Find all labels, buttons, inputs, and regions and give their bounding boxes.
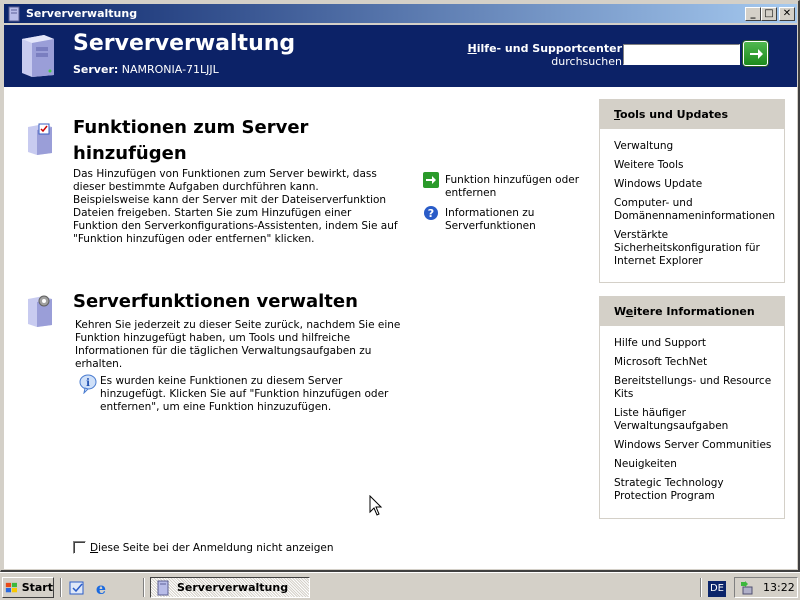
section-add-description: Das Hinzufügen von Funktionen zum Server… [73, 168, 398, 245]
taskbar-separator [700, 578, 702, 597]
close-icon: ✕ [782, 7, 792, 19]
taskbar-separator [143, 578, 145, 597]
taskbar-separator [60, 578, 62, 597]
close-button[interactable]: ✕ [779, 6, 795, 21]
help-accesskey: H [467, 42, 477, 55]
server-icon [22, 35, 54, 77]
server-name: Server: NAMRONIA-71LJJL [73, 63, 219, 76]
more-info-panel: Weitere Informationen Hilfe und Support … [599, 296, 785, 519]
start-button[interactable]: Start [2, 577, 54, 598]
language-indicator[interactable]: DE [708, 581, 726, 597]
arrow-right-icon [749, 48, 763, 59]
svg-text:e: e [96, 579, 106, 597]
maximize-button[interactable]: □ [761, 6, 777, 21]
mouse-cursor-icon [369, 495, 383, 516]
client-area: Serververwaltung Server: NAMRONIA-71LJJL… [4, 25, 797, 569]
app-header: Serververwaltung Server: NAMRONIA-71LJJL… [4, 25, 797, 87]
no-roles-info-text: Es wurden keine Funktionen zu diesem Ser… [100, 375, 389, 413]
info-heading-pre: W [614, 305, 626, 318]
info-link-resource-kits[interactable]: Bereitstellungs- und Resource Kits [614, 375, 776, 401]
info-link-stpp[interactable]: Strategic Technology Protection Program [614, 477, 776, 503]
server-roles-info-link[interactable]: Informationen zu Serverfunktionen [445, 207, 585, 233]
taskbar-button-serververwaltung[interactable]: Serververwaltung [150, 577, 310, 598]
dont-show-checkbox[interactable] [73, 541, 86, 554]
help-title: ilfe- und Supportcenter [476, 42, 622, 55]
clock[interactable]: 13:22 [763, 581, 795, 594]
help-search-label: Hilfe- und Supportcenter durchsuchen [468, 42, 622, 68]
network-icon[interactable] [739, 580, 755, 596]
windows-logo-icon [5, 582, 17, 592]
add-remove-role-link[interactable]: Funktion hinzufügen oder entfernen [445, 174, 585, 200]
info-link-admin-tasks[interactable]: Liste häufiger Verwaltungsaufgaben [614, 407, 776, 433]
title-bar[interactable]: Serververwaltung _ □ ✕ [4, 4, 797, 23]
tools-link-ie-esc[interactable]: Verstärkte Sicherheitskonfiguration für … [614, 229, 776, 268]
minimize-icon: _ [750, 7, 756, 19]
info-link-news[interactable]: Neuigkeiten [614, 458, 776, 471]
dont-show-at-logon[interactable]: Diese Seite bei der Anmeldung nicht anze… [73, 541, 334, 554]
tools-link-verwaltung[interactable]: Verwaltung [614, 140, 776, 153]
info-heading-text: itere Informationen [633, 305, 755, 318]
checkbox-label: iese Seite bei der Anmeldung nicht anzei… [98, 541, 334, 554]
checkbox-accesskey: D [90, 541, 99, 554]
svg-text:?: ? [428, 207, 434, 220]
tools-link-windows-update[interactable]: Windows Update [614, 178, 776, 191]
server-icon [157, 580, 169, 595]
system-tray: 13:22 [734, 577, 798, 598]
tools-link-computer-domain[interactable]: Computer- und Domänennameninformationen [614, 197, 776, 223]
minimize-button[interactable]: _ [745, 6, 761, 21]
svg-text:i: i [86, 378, 90, 389]
info-icon: i [79, 374, 97, 394]
search-go-button[interactable] [743, 41, 768, 66]
taskbar: Start e Serververwaltung DE 13:22 [0, 572, 800, 600]
tools-updates-heading: Tools und Updates [600, 100, 784, 129]
server-add-role-icon [28, 123, 52, 155]
maximize-icon: □ [764, 7, 774, 19]
green-arrow-icon [423, 172, 439, 188]
server-value: NAMRONIA-71LJJL [121, 63, 219, 76]
taskbar-button-label: Serververwaltung [177, 581, 289, 594]
server-icon [8, 6, 20, 21]
help-subtitle: durchsuchen [551, 55, 622, 68]
internet-explorer-icon[interactable]: e [92, 579, 110, 597]
section-manage-title: Serverfunktionen verwalten [73, 291, 358, 312]
tools-updates-panel: Tools und Updates Verwaltung Weitere Too… [599, 99, 785, 283]
help-icon: ? [424, 206, 438, 220]
info-link-help-support[interactable]: Hilfe und Support [614, 337, 776, 350]
info-link-technet[interactable]: Microsoft TechNet [614, 356, 776, 369]
more-info-heading: Weitere Informationen [600, 297, 784, 326]
server-manage-icon [28, 295, 52, 327]
start-label: Start [21, 581, 53, 594]
page-title: Serververwaltung [73, 31, 296, 56]
tools-link-weitere-tools[interactable]: Weitere Tools [614, 159, 776, 172]
help-search-input[interactable] [623, 44, 740, 65]
show-desktop-icon[interactable] [68, 579, 86, 597]
section-manage-description: Kehren Sie jederzeit zu dieser Seite zur… [75, 319, 401, 370]
server-label: Server: [73, 63, 119, 76]
section-add-title: Funktionen zum Server hinzufügen [73, 117, 309, 164]
tools-heading-text: ools und Updates [620, 108, 729, 121]
server-management-window: Serververwaltung _ □ ✕ Serververwaltung … [0, 0, 800, 572]
window-title: Serververwaltung [26, 7, 138, 20]
info-link-communities[interactable]: Windows Server Communities [614, 439, 776, 452]
